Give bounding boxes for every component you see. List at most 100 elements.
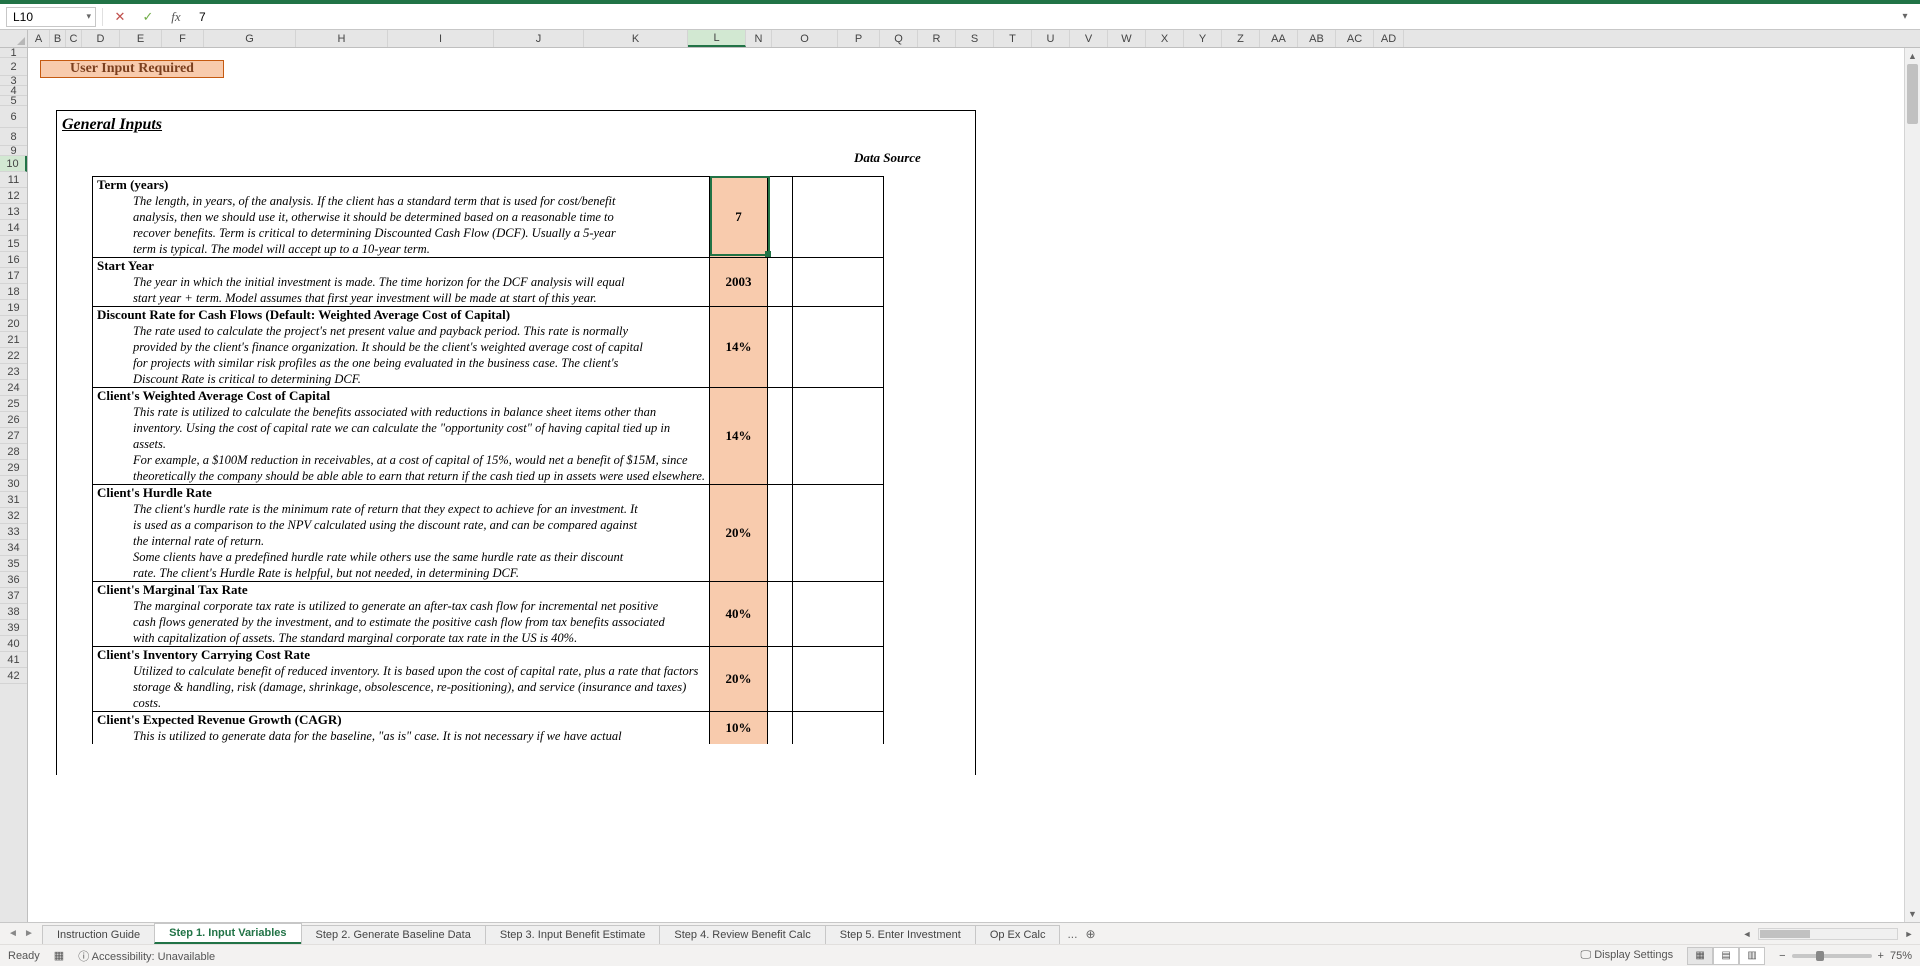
accessibility-status[interactable]: ⓘ Accessibility: Unavailable [78, 948, 215, 964]
row-header-31[interactable]: 31 [0, 492, 27, 508]
row-header-35[interactable]: 35 [0, 556, 27, 572]
row-header-8[interactable]: 8 [0, 128, 27, 146]
row-header-9[interactable]: 9 [0, 146, 27, 156]
col-header-H[interactable]: H [296, 30, 388, 47]
sheet-tab[interactable]: Step 1. Input Variables [154, 923, 301, 944]
col-header-R[interactable]: R [918, 30, 956, 47]
sheet-tab[interactable]: Instruction Guide [42, 925, 155, 944]
data-source-cell[interactable] [792, 388, 884, 484]
data-source-cell[interactable] [792, 712, 884, 744]
row-header-27[interactable]: 27 [0, 428, 27, 444]
row-header-14[interactable]: 14 [0, 220, 27, 236]
data-source-cell[interactable] [792, 177, 884, 257]
col-header-Y[interactable]: Y [1184, 30, 1222, 47]
row-header-34[interactable]: 34 [0, 540, 27, 556]
input-value-cell[interactable]: 7 [710, 177, 768, 257]
row-header-37[interactable]: 37 [0, 588, 27, 604]
row-header-16[interactable]: 16 [0, 252, 27, 268]
row-header-15[interactable]: 15 [0, 236, 27, 252]
tab-prev-icon[interactable]: ◄ [6, 927, 20, 941]
row-header-19[interactable]: 19 [0, 300, 27, 316]
view-page-break-icon[interactable]: ▥ [1739, 947, 1765, 965]
input-value-cell[interactable]: 2003 [710, 258, 768, 306]
row-header-30[interactable]: 30 [0, 476, 27, 492]
formula-expand-icon[interactable]: ▾ [1896, 11, 1914, 22]
row-header-11[interactable]: 11 [0, 172, 27, 188]
row-header-41[interactable]: 41 [0, 652, 27, 668]
col-header-U[interactable]: U [1032, 30, 1070, 47]
row-header-6[interactable]: 6 [0, 106, 27, 128]
row-header-13[interactable]: 13 [0, 204, 27, 220]
row-header-18[interactable]: 18 [0, 284, 27, 300]
col-header-T[interactable]: T [994, 30, 1032, 47]
col-header-F[interactable]: F [162, 30, 204, 47]
col-header-AA[interactable]: AA [1260, 30, 1298, 47]
col-header-AC[interactable]: AC [1336, 30, 1374, 47]
col-header-B[interactable]: B [50, 30, 66, 47]
row-header-5[interactable]: 5 [0, 96, 27, 106]
view-normal-icon[interactable]: ▦ [1687, 947, 1713, 965]
row-header-32[interactable]: 32 [0, 508, 27, 524]
formula-input[interactable] [193, 7, 1890, 27]
hscroll-thumb[interactable] [1760, 930, 1810, 938]
col-header-O[interactable]: O [772, 30, 838, 47]
display-settings[interactable]: 🖵 Display Settings [1581, 949, 1674, 962]
zoom-slider[interactable] [1792, 954, 1872, 958]
col-header-D[interactable]: D [82, 30, 120, 47]
scroll-track[interactable] [1905, 64, 1920, 906]
col-header-W[interactable]: W [1108, 30, 1146, 47]
col-header-Q[interactable]: Q [880, 30, 918, 47]
row-header-39[interactable]: 39 [0, 620, 27, 636]
data-source-cell[interactable] [792, 582, 884, 646]
row-header-21[interactable]: 21 [0, 332, 27, 348]
view-page-layout-icon[interactable]: ▤ [1713, 947, 1739, 965]
row-header-2[interactable]: 2 [0, 58, 27, 76]
row-header-17[interactable]: 17 [0, 268, 27, 284]
tab-next-icon[interactable]: ► [22, 927, 36, 941]
vertical-scrollbar[interactable]: ▲ ▼ [1904, 48, 1920, 922]
scroll-up-icon[interactable]: ▲ [1905, 48, 1920, 64]
data-source-cell[interactable] [792, 485, 884, 581]
data-source-cell[interactable] [792, 258, 884, 306]
row-header-36[interactable]: 36 [0, 572, 27, 588]
fx-icon[interactable]: fx [165, 7, 187, 27]
row-header-10[interactable]: 10 [0, 156, 27, 172]
enter-icon[interactable]: ✓ [137, 7, 159, 27]
col-header-Z[interactable]: Z [1222, 30, 1260, 47]
data-source-cell[interactable] [792, 647, 884, 711]
row-header-20[interactable]: 20 [0, 316, 27, 332]
row-header-26[interactable]: 26 [0, 412, 27, 428]
col-header-K[interactable]: K [584, 30, 688, 47]
name-box[interactable]: L10 [6, 7, 96, 27]
col-header-AD[interactable]: AD [1374, 30, 1404, 47]
input-value-cell[interactable]: 14% [710, 388, 768, 484]
row-header-25[interactable]: 25 [0, 396, 27, 412]
sheet-tab[interactable]: Step 5. Enter Investment [825, 925, 976, 944]
scroll-down-icon[interactable]: ▼ [1905, 906, 1920, 922]
row-header-28[interactable]: 28 [0, 444, 27, 460]
row-header-23[interactable]: 23 [0, 364, 27, 380]
col-header-AB[interactable]: AB [1298, 30, 1336, 47]
row-header-38[interactable]: 38 [0, 604, 27, 620]
hscroll-track[interactable] [1758, 928, 1898, 940]
zoom-thumb[interactable] [1816, 951, 1824, 961]
row-header-42[interactable]: 42 [0, 668, 27, 684]
row-header-33[interactable]: 33 [0, 524, 27, 540]
sheet-tab[interactable]: Step 4. Review Benefit Calc [659, 925, 825, 944]
col-header-S[interactable]: S [956, 30, 994, 47]
col-header-I[interactable]: I [388, 30, 494, 47]
macro-icon[interactable]: ▦ [54, 949, 64, 962]
row-header-1[interactable]: 1 [0, 48, 27, 58]
select-all-corner[interactable] [0, 30, 28, 47]
row-header-29[interactable]: 29 [0, 460, 27, 476]
row-header-24[interactable]: 24 [0, 380, 27, 396]
cancel-icon[interactable]: ✕ [109, 7, 131, 27]
zoom-level[interactable]: 75% [1890, 950, 1912, 962]
hscroll-left-icon[interactable]: ◄ [1740, 927, 1754, 941]
col-header-V[interactable]: V [1070, 30, 1108, 47]
sheet-tab[interactable]: Step 3. Input Benefit Estimate [485, 925, 661, 944]
input-value-cell[interactable]: 20% [710, 647, 768, 711]
sheet-tab[interactable]: Op Ex Calc [975, 925, 1061, 944]
new-sheet-icon[interactable]: ⊕ [1085, 927, 1095, 941]
input-value-cell[interactable]: 14% [710, 307, 768, 387]
